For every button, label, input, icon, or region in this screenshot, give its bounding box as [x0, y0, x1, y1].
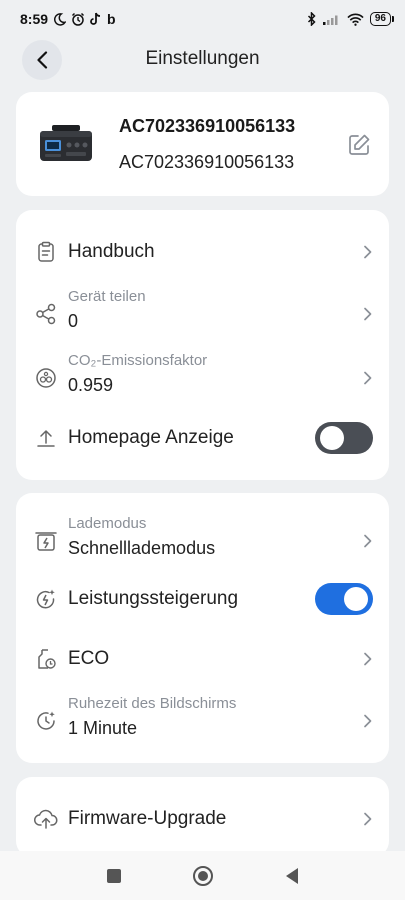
device-serial: AC702336910056133 — [119, 152, 295, 172]
co2-cloud-icon — [34, 366, 58, 390]
chevron-right-icon — [364, 245, 372, 259]
battery-indicator: 96 — [369, 12, 395, 26]
status-right: 96 — [307, 12, 395, 26]
upload-icon — [34, 426, 58, 450]
charge-mode-label: Lademodus — [68, 515, 147, 532]
home-button[interactable] — [192, 865, 214, 887]
share-device-value: 0 — [68, 311, 79, 331]
power-station-image — [40, 125, 92, 161]
chevron-right-icon — [364, 812, 372, 826]
manual-row[interactable]: Handbuch — [16, 232, 389, 272]
status-time: 8:59 — [20, 11, 49, 27]
wifi-icon — [347, 13, 364, 26]
homepage-display-row: Homepage Anzeige — [16, 418, 389, 458]
clipboard-icon — [34, 240, 58, 264]
eco-label: ECO — [68, 648, 110, 669]
page-title: Einstellungen — [145, 48, 260, 69]
top-bar: Einstellungen — [0, 38, 405, 82]
toggle-knob — [344, 587, 368, 611]
manual-label: Handbuch — [68, 241, 155, 262]
device-name: AC702336910056133 — [119, 116, 296, 136]
eco-icon — [34, 647, 58, 671]
chevron-right-icon — [364, 714, 372, 728]
cloud-upload-icon — [34, 807, 58, 831]
moon-icon — [54, 12, 67, 26]
charge-mode-row[interactable]: Lademodus Schnelllademodus — [16, 513, 389, 569]
bluetooth-icon — [307, 12, 316, 26]
power-boost-row: Leistungssteigerung — [16, 579, 389, 619]
settings-card-firmware: Firmware-Upgrade — [16, 777, 389, 857]
signal-icon — [322, 15, 338, 25]
co2-factor-label: CO₂-Emissionsfaktor — [68, 352, 208, 369]
chevron-right-icon — [364, 307, 372, 321]
settings-card-power: Lademodus Schnelllademodus Leistungsstei… — [16, 493, 389, 763]
b-icon: b — [107, 11, 116, 27]
chevron-right-icon — [364, 652, 372, 666]
co2-factor-value: 0.959 — [68, 375, 114, 395]
status-bar: 8:59 b 96 — [0, 0, 405, 38]
power-boost-label: Leistungssteigerung — [68, 588, 239, 609]
homepage-display-toggle[interactable] — [315, 422, 373, 454]
alarm-icon — [72, 12, 85, 26]
toggle-knob — [320, 426, 344, 450]
timer-icon — [34, 709, 58, 733]
co2-factor-row[interactable]: CO₂-Emissionsfaktor 0.959 — [16, 350, 389, 406]
screen-timeout-label: Ruhezeit des Bildschirms — [68, 695, 237, 712]
charging-icon — [34, 529, 58, 553]
system-nav-bar — [0, 851, 405, 900]
homepage-display-label: Homepage Anzeige — [68, 427, 234, 448]
edit-icon[interactable] — [347, 133, 371, 157]
recent-apps-button[interactable] — [106, 868, 122, 884]
chevron-right-icon — [364, 371, 372, 385]
screen-timeout-value: 1 Minute — [68, 718, 138, 738]
chevron-right-icon — [364, 534, 372, 548]
charge-mode-value: Schnelllademodus — [68, 538, 216, 558]
firmware-upgrade-row[interactable]: Firmware-Upgrade — [16, 799, 389, 839]
settings-card-general: Handbuch Gerät teilen 0 CO₂-Emissionsfak… — [16, 210, 389, 480]
power-boost-icon — [34, 587, 58, 611]
device-card: AC702336910056133 AC702336910056133 — [16, 92, 389, 196]
eco-row[interactable]: ECO — [16, 639, 389, 679]
tiktok-icon — [90, 12, 101, 25]
share-device-row[interactable]: Gerät teilen 0 — [16, 286, 389, 342]
share-icon — [34, 302, 58, 326]
share-device-label: Gerät teilen — [68, 288, 146, 305]
screen-timeout-row[interactable]: Ruhezeit des Bildschirms 1 Minute — [16, 693, 389, 749]
back-nav-button[interactable] — [284, 867, 300, 885]
status-left: 8:59 b — [20, 11, 116, 27]
firmware-upgrade-label: Firmware-Upgrade — [68, 808, 227, 829]
power-boost-toggle[interactable] — [315, 583, 373, 615]
